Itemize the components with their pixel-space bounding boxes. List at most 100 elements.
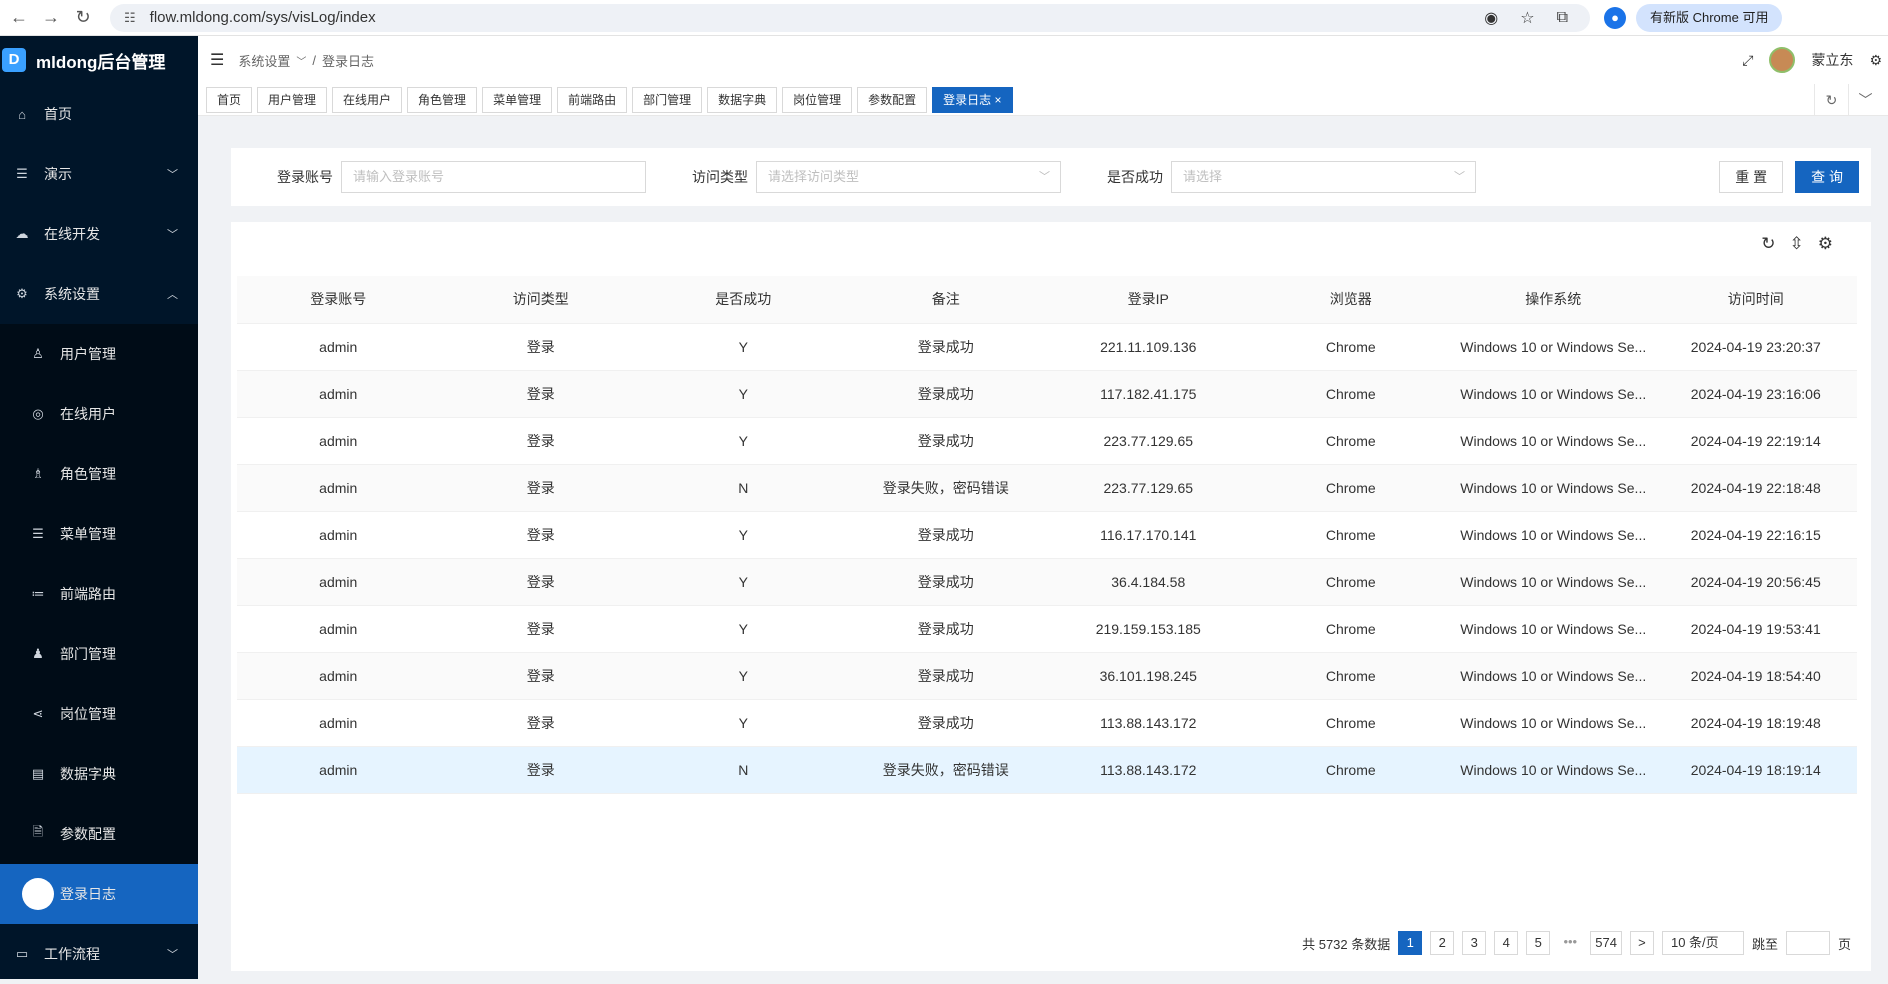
org-icon: ♟ [32,646,44,661]
profile-icon[interactable]: ● [1604,6,1626,29]
address-bar[interactable]: ☷ flow.mldong.com/sys/visLog/index ◉ ☆ ⧉ [110,3,1590,32]
table-cell: 登录 [439,652,642,700]
tab-users[interactable]: 用户管理 [257,86,328,113]
tab-routes[interactable]: 前端路由 [557,86,628,113]
column-height-icon[interactable]: ⇳ [1790,234,1804,254]
tab-posts[interactable]: 岗位管理 [782,86,853,113]
column-header: 登录账号 [237,276,440,324]
query-button[interactable]: 查 询 [1795,161,1859,193]
sidebar-item-login-log[interactable]: 登录日志 [0,864,198,924]
tab-roles[interactable]: 角色管理 [407,86,478,113]
table-cell: Y [642,323,845,371]
table-row[interactable]: admin 登录 N 登录失败，密码错误 113.88.143.172 Chrome Win… [237,746,1857,794]
sidebar-item-demo[interactable]: ☰ 演示 ﹀ [0,144,198,204]
sidebar-item-posts[interactable]: ⋖ 岗位管理 [0,684,198,744]
table-cell: 113.88.143.172 [1047,746,1250,794]
column-header: 访问时间 [1654,276,1857,324]
sidebar-item-routes[interactable]: ≔ 前端路由 [0,564,198,624]
table-cell: 登录成功 [844,558,1047,606]
workflow-icon: ▭ [15,946,29,961]
reload-icon[interactable]: ↻ [70,7,96,28]
table-row[interactable]: admin 登录 Y 登录成功 219.159.153.185 Chrome Windows… [237,605,1857,653]
table-row[interactable]: admin 登录 Y 登录成功 117.182.41.175 Chrome Windows … [237,370,1857,418]
more-pages[interactable]: ••• [1558,931,1583,955]
tab-login-log[interactable]: 登录日志 × [932,86,1013,113]
tab-menus[interactable]: 菜单管理 [482,86,553,113]
page-1[interactable]: 1 [1398,931,1423,955]
forward-icon[interactable]: → [38,7,64,28]
fullscreen-icon[interactable]: ⤢ [1742,52,1753,69]
gear-icon[interactable]: ⚙ [1818,234,1833,254]
page-last[interactable]: 574 [1590,931,1622,955]
top-header: ☰ 系统设置 ﹀ / 登录日志 ⤢ 蒙立东 ⚙ [198,36,1888,84]
table-row[interactable]: admin 登录 Y 登录成功 221.11.109.136 Chrome Windows … [237,323,1857,371]
sidebar-item-home[interactable]: ⌂ 首页 [0,84,198,144]
menu-fold-icon[interactable]: ☰ [210,50,224,70]
table-row[interactable]: admin 登录 Y 登录成功 113.88.143.172 Chrome Windows … [237,699,1857,747]
table-cell: 36.4.184.58 [1047,558,1250,606]
sidebar-item-online-dev[interactable]: ☁ 在线开发 ﹀ [0,204,198,264]
sidebar-item-online-users[interactable]: ◎ 在线用户 [0,384,198,444]
table-row[interactable]: admin 登录 N 登录失败，密码错误 223.77.129.65 Chrome Wind… [237,464,1857,512]
table-cell: admin [237,699,440,747]
sidebar: D mldong后台管理 ⌂ 首页 ☰ 演示 ﹀ ☁ 在线开发 ﹀ ⚙ 系统设置 ︿ ♙ 用户管… [0,36,198,979]
table-row[interactable]: admin 登录 Y 登录成功 116.17.170.141 Chrome Windows … [237,511,1857,559]
sidebar-item-menus[interactable]: ☰ 菜单管理 [0,504,198,564]
page-2[interactable]: 2 [1430,931,1455,955]
home-icon: ⌂ [18,106,26,122]
tab-online-users[interactable]: 在线用户 [332,86,403,113]
search-form: 登录账号 请输入登录账号 访问类型 请选择访问类型 ﹀ 是否成功 请选择 ﹀ 重 置… [231,148,1871,206]
file-icon: 🗎 [32,824,44,839]
table-cell: admin [237,417,440,465]
table-row[interactable]: admin 登录 Y 登录成功 36.101.198.245 Chrome Windows … [237,652,1857,700]
account-label: 登录账号 [277,169,333,185]
reset-button[interactable]: 重 置 [1719,161,1784,193]
user-name[interactable]: 蒙立东 [1811,50,1853,70]
page-3[interactable]: 3 [1462,931,1487,955]
page-4[interactable]: 4 [1494,931,1519,955]
type-select[interactable]: 请选择访问类型 ﹀ [756,161,1061,193]
star-icon[interactable]: ☆ [1520,8,1534,28]
account-input[interactable]: 请输入登录账号 [341,161,646,193]
tab-departments[interactable]: 部门管理 [632,86,703,113]
table-cell: N [642,746,845,794]
tab-dict[interactable]: 数据字典 [707,86,778,113]
chrome-update-button[interactable]: 有新版 Chrome 可用 [1636,3,1783,32]
sidebar-item-config[interactable]: 🗎 参数配置 [0,804,198,864]
goto-input[interactable] [1785,931,1830,955]
chevron-down-icon: ﹀ [167,949,178,961]
breadcrumb-item[interactable]: 系统设置 [238,51,290,70]
extensions-icon[interactable]: ⧉ [1557,9,1568,27]
back-icon[interactable]: ← [6,7,32,28]
sidebar-item-departments[interactable]: ♟ 部门管理 [0,624,198,684]
refresh-icon[interactable]: ↻ [1814,84,1848,116]
avatar[interactable] [1769,47,1796,73]
refresh-icon[interactable]: ↻ [1761,234,1775,254]
next-page-button[interactable]: > [1629,931,1654,955]
table-cell: 登录成功 [844,323,1047,371]
site-settings-icon[interactable]: ☷ [124,10,136,26]
table-cell: Windows 10 or Windows Se... [1452,370,1655,418]
table-cell: 113.88.143.172 [1047,699,1250,747]
success-select[interactable]: 请选择 ﹀ [1171,161,1476,193]
page-5[interactable]: 5 [1526,931,1551,955]
table-cell: Chrome [1249,464,1452,512]
eye-off-icon[interactable]: ◉ [1484,8,1498,28]
table-cell: Y [642,370,845,418]
sidebar-item-workflow[interactable]: ▭ 工作流程 ﹀ [0,924,198,984]
pagination: 共 5732 条数据 1 2 3 4 5 ••• 574 > 10 条/页 跳至… [1302,931,1851,955]
sidebar-item-roles[interactable]: ♗ 角色管理 [0,444,198,504]
table-row[interactable]: admin 登录 Y 登录成功 223.77.129.65 Chrome Windows 1… [237,417,1857,465]
sidebar-item-system-settings[interactable]: ⚙ 系统设置 ︿ [0,264,198,324]
table-cell: 登录 [439,605,642,653]
tab-config[interactable]: 参数配置 [857,86,928,113]
tab-home[interactable]: 首页 [206,86,253,113]
table-row[interactable]: admin 登录 Y 登录成功 36.4.184.58 Chrome Windows 10 … [237,558,1857,606]
table-cell: 2024-04-19 20:56:45 [1654,558,1857,606]
chevron-down-icon[interactable]: ﹀ [1848,84,1882,116]
sidebar-item-users[interactable]: ♙ 用户管理 [0,324,198,384]
page-size-select[interactable]: 10 条/页 [1661,931,1744,955]
sidebar-item-dict[interactable]: ▤ 数据字典 [0,744,198,804]
gear-icon[interactable]: ⚙ [1869,52,1882,69]
logo-icon: D [2,48,26,72]
